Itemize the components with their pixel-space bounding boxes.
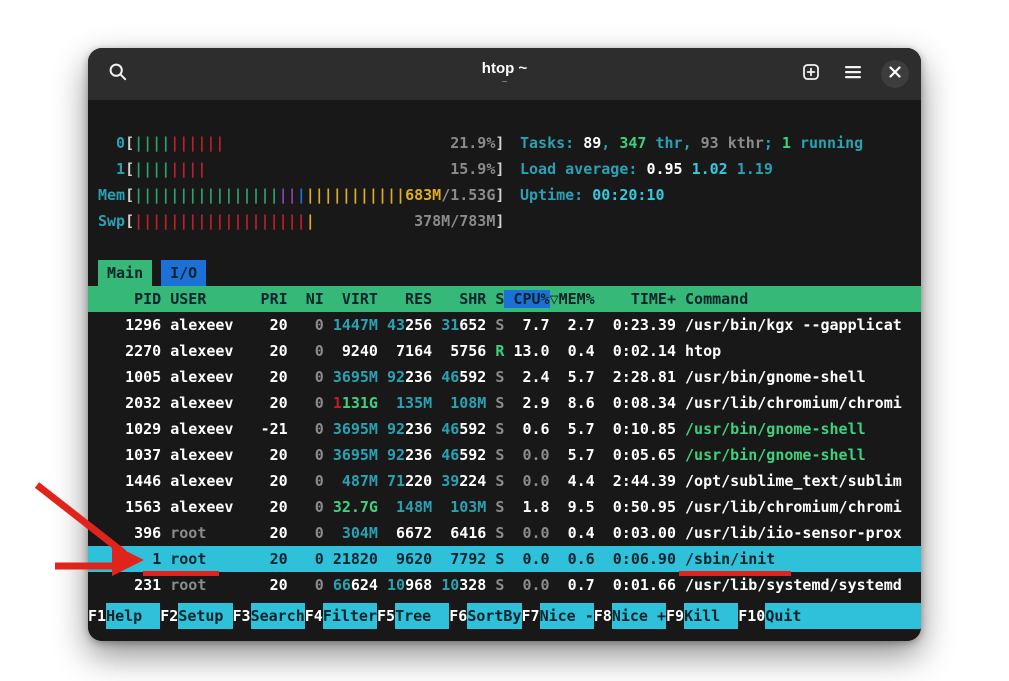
fn-f10-quit[interactable]: F10Quit [738, 603, 819, 629]
info-line: Uptime: 00:20:10 [520, 182, 863, 208]
hamburger-menu-icon [844, 65, 862, 84]
process-row[interactable]: 231 root 20 0 66624 10968 10328 S 0.0 0.… [88, 572, 921, 598]
process-row[interactable]: 1005 alexeev 20 0 3695M 92236 46592 S 2.… [88, 364, 921, 390]
titlebar: htop ~ ~ [88, 48, 921, 100]
menu-button[interactable] [839, 60, 867, 88]
page: { "window": { "title": "htop ~", "subtit… [0, 0, 1009, 681]
fn-f5-tree[interactable]: F5Tree [377, 603, 449, 629]
meter-row: Swp[|||||||||||||||||||| 378M/783M] [88, 208, 921, 234]
process-row[interactable]: 1446 alexeev 20 0 487M 71220 39224 S 0.0… [88, 468, 921, 494]
sorted-column-cpu: CPU% [504, 290, 549, 308]
process-row[interactable]: 1037 alexeev 20 0 3695M 92236 46592 S 0.… [88, 442, 921, 468]
fn-f1-help[interactable]: F1Help [88, 603, 160, 629]
fn-bar-filler [820, 603, 921, 629]
window-title: htop ~ [482, 60, 527, 77]
new-tab-button[interactable] [797, 60, 825, 88]
fn-f9-kill[interactable]: F9Kill [666, 603, 738, 629]
fn-f7-nice[interactable]: F7Nice - [522, 603, 594, 629]
fn-f6-sortby[interactable]: F6SortBy [449, 603, 521, 629]
info-line: Load average: 0.95 1.02 1.19 [520, 156, 863, 182]
process-row[interactable]: 1563 alexeev 20 0 32.7G 148M 103M S 1.8 … [88, 494, 921, 520]
screen-tabs: Main I/O [88, 260, 921, 286]
tasks-load-uptime-info: Tasks: 89, 347 thr, 93 kthr; 1 runningLo… [520, 130, 863, 208]
window-subtitle: ~ [502, 77, 508, 88]
tab-io[interactable]: I/O [161, 260, 206, 286]
fn-f4-filter[interactable]: F4Filter [305, 603, 377, 629]
process-row[interactable]: 1296 alexeev 20 0 1447M 43256 31652 S 7.… [88, 312, 921, 338]
sort-indicator-icon: ▽ [550, 290, 559, 308]
spacer-line [88, 234, 921, 260]
process-row[interactable]: 2270 alexeev 20 0 9240 7164 5756 R 13.0 … [88, 338, 921, 364]
fn-f2-setup[interactable]: F2Setup [160, 603, 232, 629]
process-row-selected[interactable]: 1 root 20 0 21820 9620 7792 S 0.0 0.6 0:… [88, 546, 921, 572]
close-icon [889, 65, 901, 83]
fn-f3-search[interactable]: F3Search [233, 603, 305, 629]
terminal-window: htop ~ ~ [88, 48, 921, 641]
process-row[interactable]: 1029 alexeev -21 0 3695M 92236 46592 S 0… [88, 416, 921, 442]
search-button[interactable] [104, 60, 132, 88]
tab-main[interactable]: Main [98, 260, 152, 286]
process-row[interactable]: 2032 alexeev 20 0 1131G 135M 108M S 2.9 … [88, 390, 921, 416]
info-line: Tasks: 89, 347 thr, 93 kthr; 1 running [520, 130, 863, 156]
terminal-content: 0[|||||||||| 21.9%] 1[|||||||| 15.9%]Mem… [88, 100, 921, 641]
process-table-header[interactable]: PID USER PRI NI VIRT RES SHR S CPU%▽MEM%… [88, 286, 921, 312]
function-key-bar: F1Help F2Setup F3SearchF4FilterF5Tree F6… [88, 603, 921, 629]
close-button[interactable] [881, 60, 909, 88]
process-table: 1296 alexeev 20 0 1447M 43256 31652 S 7.… [88, 312, 921, 598]
process-row[interactable]: 396 root 20 0 304M 6672 6416 S 0.0 0.4 0… [88, 520, 921, 546]
search-icon [108, 62, 128, 87]
new-tab-icon [801, 62, 821, 87]
fn-f8-nice[interactable]: F8Nice + [594, 603, 666, 629]
